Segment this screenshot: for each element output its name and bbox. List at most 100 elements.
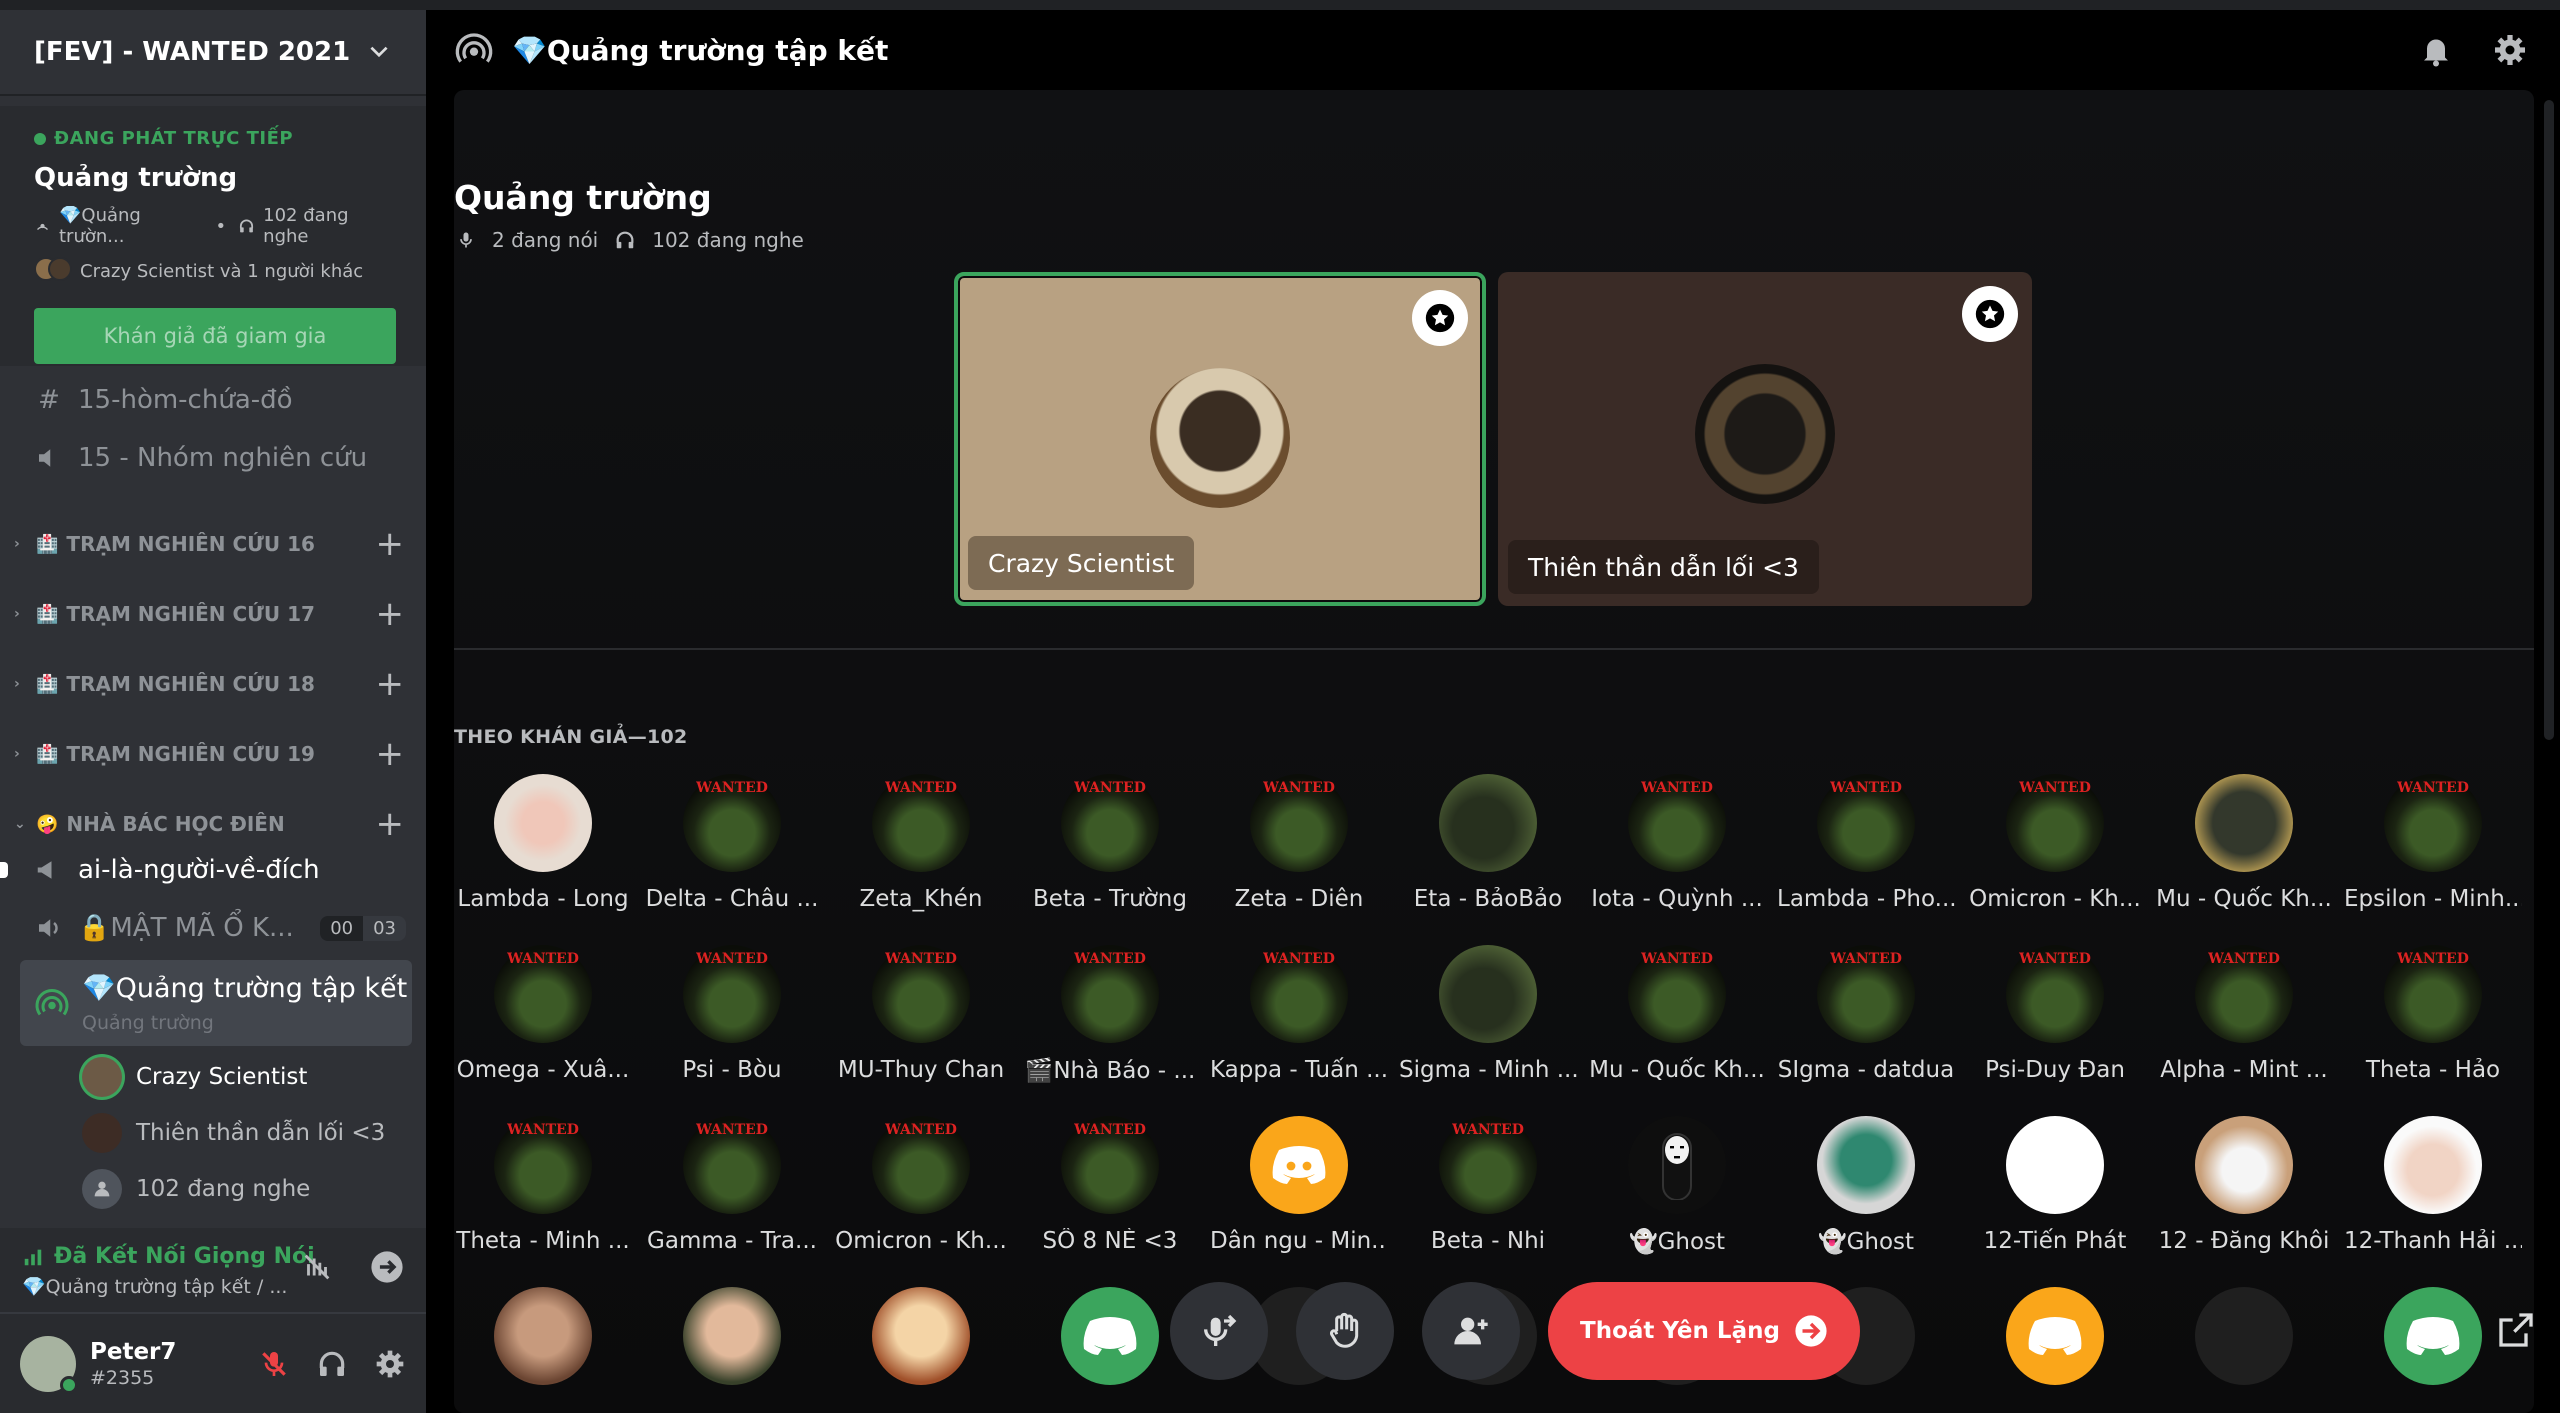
gear-icon[interactable] [2492, 32, 2528, 68]
user-info[interactable]: Peter7 #2355 [90, 1339, 176, 1389]
headphones-icon[interactable] [316, 1348, 348, 1380]
gear-icon[interactable] [374, 1348, 406, 1380]
add-channel-icon[interactable]: + [376, 597, 405, 631]
avatar [872, 1287, 970, 1385]
speaker-name: Thiên thần dẫn lối <3 [1508, 540, 1819, 594]
bell-icon[interactable] [2418, 32, 2454, 68]
microphone-muted-icon[interactable] [258, 1348, 290, 1380]
avatar [1439, 774, 1537, 872]
live-meta: 💎Quảng trườn... • 102 đang nghe [34, 205, 392, 247]
channel-mat-ma[interactable]: 🔒MẬT MÃ Ổ K... 00 03 [24, 902, 414, 954]
audience-member[interactable]: 👻Ghost [1588, 1116, 1766, 1286]
audience-member[interactable]: Delta - Châu ... [643, 774, 821, 944]
voice-listener-count[interactable]: 102 đang nghe [82, 1164, 310, 1214]
audience-member[interactable]: Omega - Xuâ... [454, 945, 632, 1115]
audience-member[interactable]: SIgma - datdua [1777, 945, 1955, 1115]
audience-member-name: Beta - Trường [1033, 886, 1187, 912]
channel-ai-la-nguoi-ve-dich[interactable]: ai-là-người-về-đích [24, 844, 414, 896]
audience-member-name: Mu - Quốc Kh... [1589, 1057, 1765, 1083]
speaker-tile[interactable]: Crazy Scientist [954, 272, 1486, 606]
audience-member[interactable]: Mu - Quốc Kh... [1588, 945, 1766, 1115]
audience-member[interactable]: Epsilon - Minh... [2344, 774, 2522, 944]
avatar [494, 1116, 592, 1214]
voice-user-thien-than[interactable]: Thiên thần dẫn lối <3 [82, 1108, 385, 1158]
add-channel-icon[interactable]: + [376, 667, 405, 701]
live-stage-card[interactable]: ĐANG PHÁT TRỰC TIẾP Quảng trường 💎Quảng … [0, 106, 426, 366]
audience-member[interactable]: Psi - Bòu [643, 945, 821, 1115]
category-tram-17[interactable]: › 🏥 TRẠM NGHIÊN CỨU 17 + [14, 594, 414, 634]
avatar [2006, 945, 2104, 1043]
unread-indicator [0, 862, 8, 878]
audience-member[interactable]: Zeta_Khén [832, 774, 1010, 944]
audience-member[interactable]: Beta - Nhi [1399, 1116, 1577, 1286]
raise-hand-button[interactable] [1296, 1282, 1394, 1380]
audience-member[interactable]: Theta - Minh ... [454, 1116, 632, 1286]
audience-member[interactable]: 👻Ghost [1777, 1116, 1955, 1286]
audience-member[interactable]: MU-Thuy Chan [832, 945, 1010, 1115]
audience-member[interactable]: Mu - Quốc Kh... [2155, 774, 2333, 944]
channel-label: ai-là-người-về-đích [78, 855, 320, 885]
audience-member[interactable]: Lambda - Long [454, 774, 632, 944]
audience-member[interactable]: Omicron - Kh... [832, 1116, 1010, 1286]
request-to-speak-button[interactable] [1170, 1282, 1268, 1380]
avatar[interactable] [20, 1335, 78, 1394]
avatar [2384, 1287, 2482, 1385]
category-tram-19[interactable]: › 🏥 TRẠM NGHIÊN CỨU 19 + [14, 734, 414, 774]
hospital-icon: 🏥 [36, 673, 59, 695]
audience-member[interactable]: Dân ngu - Min... [1210, 1116, 1388, 1286]
channel-stage-selected[interactable]: 💎Quảng trường tập kết Quảng trường [20, 960, 412, 1046]
category-tram-18[interactable]: › 🏥 TRẠM NGHIÊN CỨU 18 + [14, 664, 414, 704]
voice-user-crazy-scientist[interactable]: Crazy Scientist [82, 1052, 307, 1102]
noise-suppression-icon[interactable] [300, 1250, 334, 1284]
category-label: TRẠM NGHIÊN CỨU 17 [66, 602, 315, 626]
audience-member[interactable] [2344, 1287, 2522, 1413]
audience-member[interactable]: Eta - BảoBảo [1399, 774, 1577, 944]
category-nha-bac-hoc-dien[interactable]: ⌄ 🤪 NHÀ BÁC HỌC ĐIÊN + [14, 804, 414, 844]
audience-member[interactable]: 12 - Đăng Khôi [2155, 1116, 2333, 1286]
audience-member[interactable] [643, 1287, 821, 1413]
audience-member-name: Zeta - Diên [1234, 886, 1364, 912]
audience-member[interactable]: Theta - Hảo [2344, 945, 2522, 1115]
audience-member[interactable] [1966, 1287, 2144, 1413]
voice-user-name: Crazy Scientist [136, 1064, 308, 1090]
audience-member-name: Lambda - Long [457, 886, 629, 912]
popout-icon[interactable] [2496, 1310, 2536, 1350]
audience-member[interactable]: Beta - Trường [1021, 774, 1199, 944]
header-actions [2418, 32, 2528, 68]
audience-member[interactable] [832, 1287, 1010, 1413]
category-tram-16[interactable]: › 🏥 TRẠM NGHIÊN CỨU 16 + [14, 524, 414, 564]
audience-joined-button[interactable]: Khán giả đã giam gia [34, 308, 396, 364]
channel-15-hom-chua-do[interactable]: # 15-hòm-chứa-đồ [24, 374, 414, 426]
add-channel-icon[interactable]: + [376, 807, 405, 841]
avatar [494, 1287, 592, 1385]
leave-quietly-button[interactable]: Thoát Yên Lặng [1548, 1282, 1860, 1380]
audience-member[interactable]: Iota - Quỳnh ... [1588, 774, 1766, 944]
server-header[interactable]: [FEV] - WANTED 2021 [0, 10, 426, 96]
channel-15-nhom-nghien-cuu[interactable]: 15 - Nhóm nghiên cứu [24, 432, 414, 484]
audience-member[interactable]: Gamma - Tra... [643, 1116, 821, 1286]
avatar [1817, 945, 1915, 1043]
invite-button[interactable] [1422, 1282, 1520, 1380]
page-title: 💎Quảng trường tập kết [512, 33, 889, 67]
disconnect-icon[interactable] [370, 1250, 404, 1284]
stage-controls: Thoát Yên Lặng [1170, 1282, 1860, 1380]
audience-member-name: 👻Ghost [1628, 1229, 1726, 1255]
audience-member[interactable]: Alpha - Mint ... [2155, 945, 2333, 1115]
audience-member[interactable]: Psi-Duy Đan [1966, 945, 2144, 1115]
audience-member[interactable]: Kappa - Tuấn ... [1210, 945, 1388, 1115]
scrollbar[interactable] [2544, 100, 2554, 740]
audience-member[interactable] [454, 1287, 632, 1413]
audience-member[interactable]: Lambda - Pho... [1777, 774, 1955, 944]
speaker-tile[interactable]: Thiên thần dẫn lối <3 [1498, 272, 2032, 606]
audience-member[interactable]: Omicron - Kh... [1966, 774, 2144, 944]
separator-dot: • [215, 215, 227, 237]
audience-member[interactable]: 🎬Nhà Báo - ... [1021, 945, 1199, 1115]
audience-member[interactable]: Sigma - Minh ... [1399, 945, 1577, 1115]
audience-member[interactable]: 12-Tiến Phát [1966, 1116, 2144, 1286]
add-channel-icon[interactable]: + [376, 737, 405, 771]
audience-member[interactable]: Zeta - Diên [1210, 774, 1388, 944]
audience-member[interactable] [2155, 1287, 2333, 1413]
audience-member[interactable]: SỐ 8 NÈ <3 [1021, 1116, 1199, 1286]
add-channel-icon[interactable]: + [376, 527, 405, 561]
audience-member[interactable]: 12-Thanh Hải ... [2344, 1116, 2522, 1286]
